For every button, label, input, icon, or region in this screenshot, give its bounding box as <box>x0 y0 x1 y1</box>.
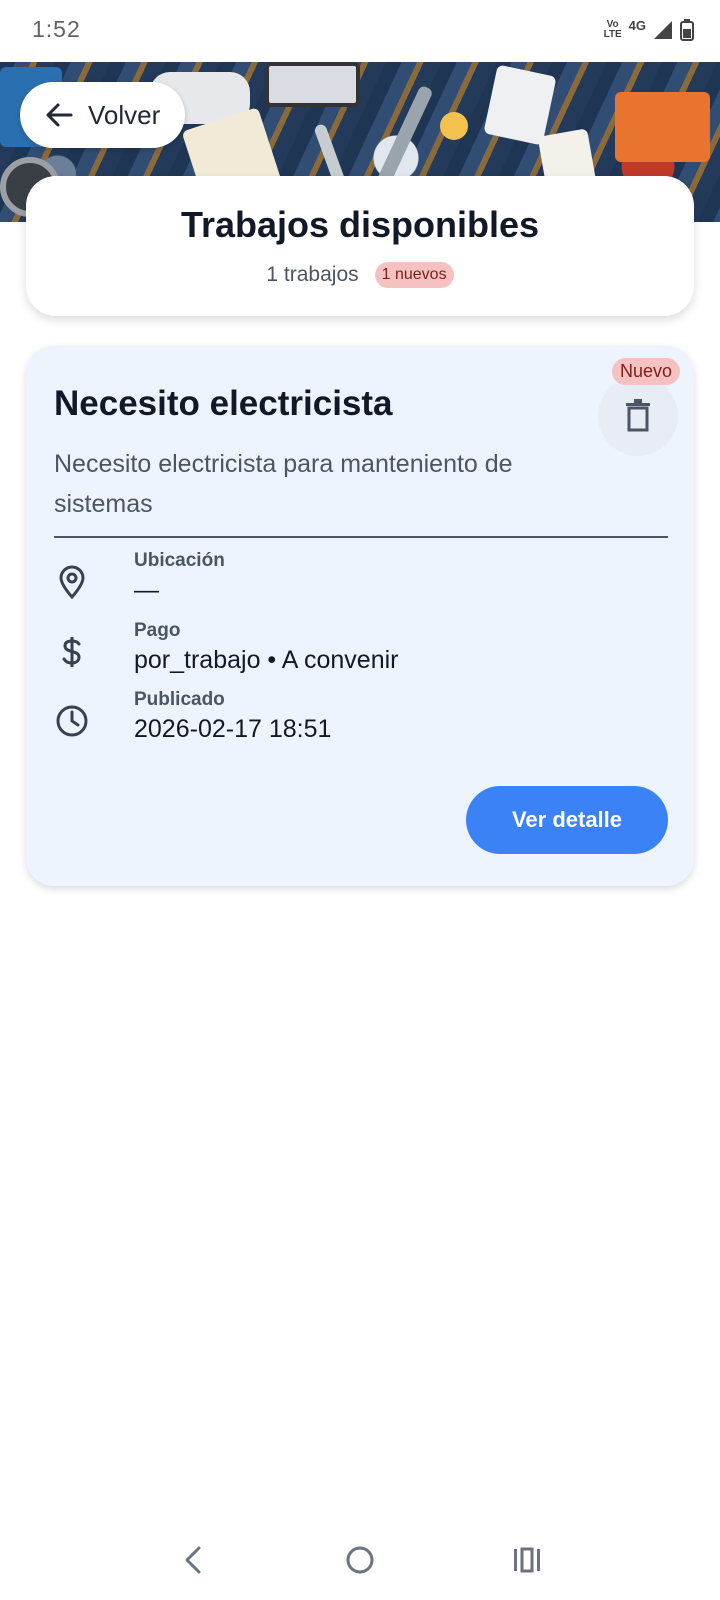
volte-indicator: Vo LTE <box>603 19 622 40</box>
location-value: — <box>134 576 159 604</box>
jobs-count: 1 trabajos <box>266 263 359 286</box>
published-value: 2026-02-17 18:51 <box>134 715 332 743</box>
payment-row: Pago por_trabajo • A convenir <box>54 620 654 680</box>
job-description: Necesito electricista para manteniento d… <box>54 450 513 518</box>
published-label: Publicado <box>134 689 225 710</box>
battery-icon <box>680 19 694 41</box>
header-card: Trabajos disponibles 1 trabajos 1 nuevos <box>26 176 694 316</box>
job-card[interactable]: Nuevo Necesito electricista Necesito ele… <box>26 346 694 886</box>
chevron-left-icon <box>185 1546 201 1574</box>
nav-back-button[interactable] <box>163 1530 223 1590</box>
signal-icon <box>654 21 672 39</box>
payment-label: Pago <box>134 620 181 641</box>
divider <box>54 536 668 538</box>
view-detail-button[interactable]: Ver detalle <box>466 786 668 854</box>
back-label: Volver <box>88 99 161 130</box>
job-title: Necesito electricista <box>54 384 393 423</box>
back-button[interactable]: Volver <box>20 82 185 148</box>
recents-icon <box>513 1547 540 1573</box>
nav-home-button[interactable] <box>330 1530 390 1590</box>
home-circle-icon <box>346 1546 374 1574</box>
map-pin-icon <box>59 565 85 600</box>
status-time: 1:52 <box>32 16 81 42</box>
trash-icon <box>626 399 650 432</box>
clock-icon <box>56 705 88 737</box>
nav-recents-button[interactable] <box>497 1530 557 1590</box>
location-row: Ubicación — <box>54 550 654 610</box>
system-nav-bar <box>0 1520 720 1600</box>
new-badge: Nuevo <box>612 358 681 385</box>
header-summary: 1 trabajos 1 nuevos <box>26 262 694 288</box>
status-icons: Vo LTE 4G <box>603 16 694 44</box>
network-type: 4G <box>628 17 646 33</box>
arrow-left-icon <box>46 103 73 127</box>
payment-value: por_trabajo • A convenir <box>134 646 399 674</box>
page-title: Trabajos disponibles <box>180 204 540 245</box>
dollar-icon <box>62 637 81 667</box>
location-label: Ubicación <box>134 550 225 571</box>
status-bar: 1:52 Vo LTE 4G <box>0 0 720 62</box>
new-count-badge: 1 nuevos <box>374 262 454 288</box>
published-row: Publicado 2026-02-17 18:51 <box>54 689 654 749</box>
